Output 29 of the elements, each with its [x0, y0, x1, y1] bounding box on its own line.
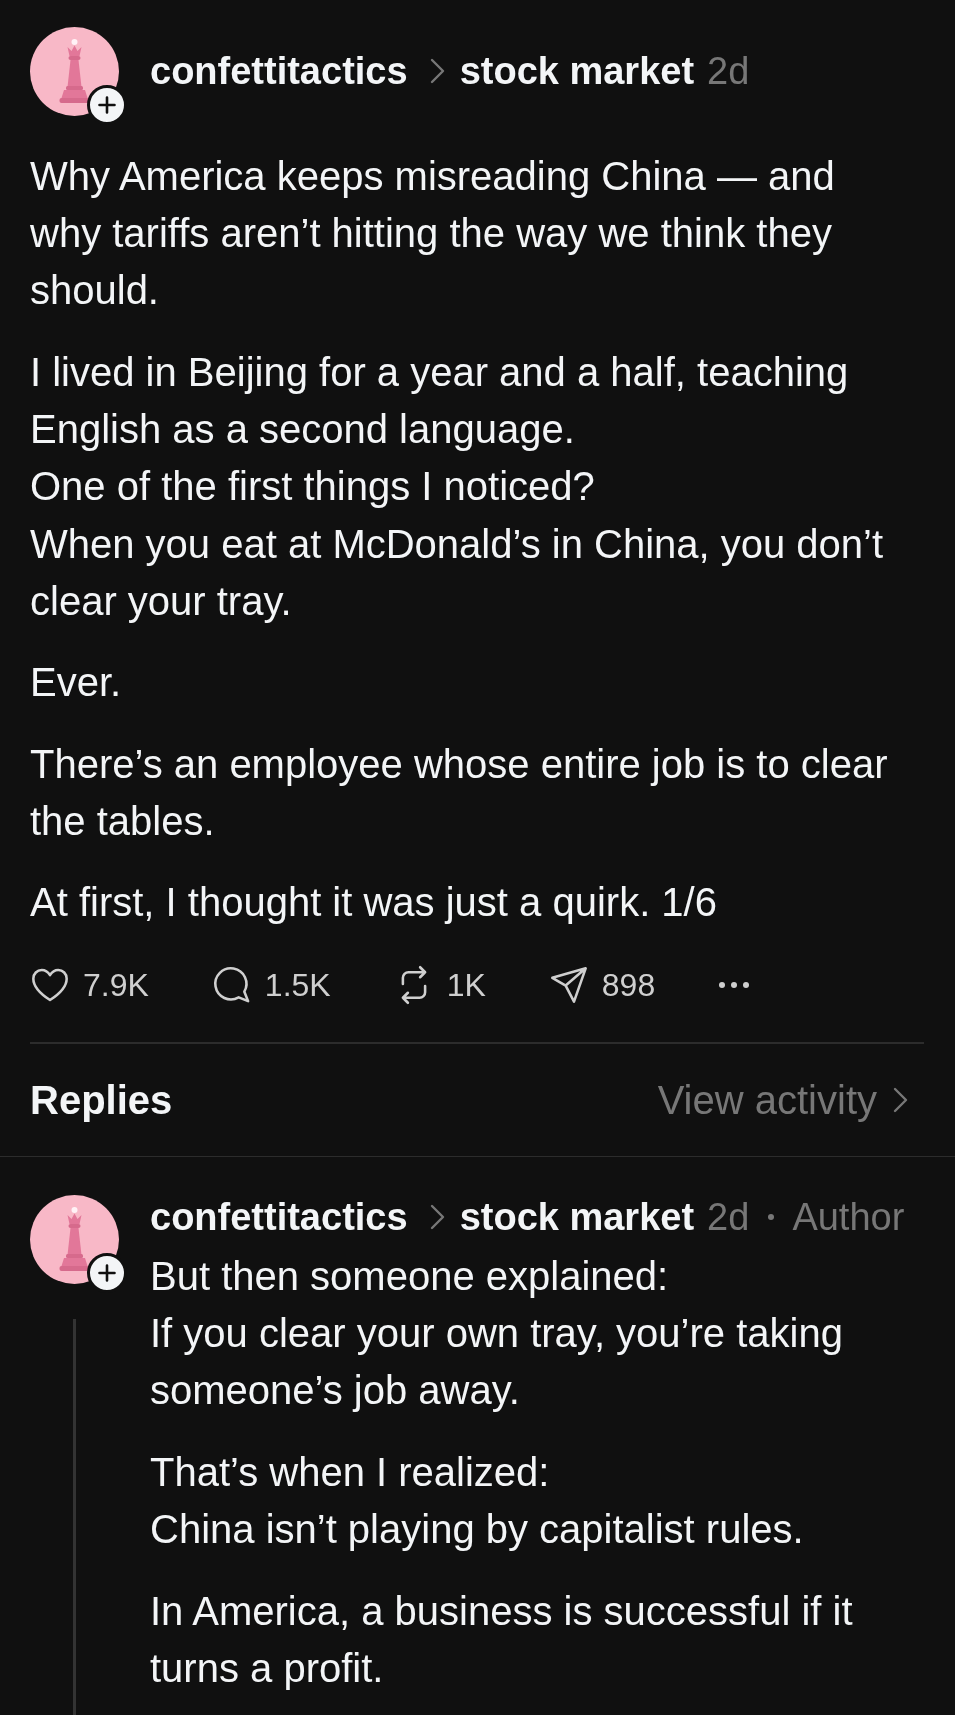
share-button[interactable]: 898	[548, 965, 656, 1006]
chevron-right-icon	[428, 58, 446, 85]
reply-text: In America, a business is successful if it turns a profit.	[150, 1587, 854, 1692]
chevron-right-icon	[428, 1204, 446, 1231]
post-text: At first, I thought it was just a quirk. 1/6	[30, 879, 718, 927]
chevron-right-icon[interactable]	[892, 1087, 909, 1114]
timestamp: 2d	[707, 48, 750, 94]
username[interactable]: confettitactics	[150, 42, 408, 101]
post-text: Why America keeps misreading China — and why tariffs aren’t hitting the way we think they should.	[30, 153, 836, 315]
reply-button[interactable]: 1.5K	[211, 965, 331, 1006]
more-icon[interactable]	[718, 981, 751, 990]
like-button[interactable]: 7.9K	[30, 965, 149, 1006]
reply-text: That’s when I realized: China isn’t playing by capitalist rules.	[150, 1448, 805, 1554]
reply-text: But then someone explained: If you clear your own tray, you’re taking someone’s job away.	[150, 1253, 844, 1415]
community-link[interactable]: stock market	[459, 1188, 695, 1247]
repost-button[interactable]: 1K	[393, 965, 486, 1006]
username[interactable]: confettitactics	[150, 1188, 408, 1247]
timestamp: 2d	[707, 1194, 750, 1240]
post-text: Ever.	[30, 659, 123, 707]
post-text: There’s an employee whose entire job is to clear the tables.	[30, 740, 889, 845]
plus-icon[interactable]	[87, 85, 127, 125]
community-link[interactable]: stock market	[459, 42, 695, 101]
plus-icon[interactable]	[87, 1252, 127, 1293]
post-text: I lived in Beijing for a year and a half, teaching English as a second language. One of the first things I noticed? When you eat at McDonald’s in China, you don’t clear your tray.	[30, 348, 885, 625]
author-label: Author	[792, 1194, 905, 1240]
view-activity-link[interactable]: View activity	[657, 1071, 909, 1129]
separator-dot-icon	[768, 1214, 775, 1221]
send-icon[interactable]	[548, 965, 589, 1006]
replies-heading: Replies	[30, 1076, 173, 1124]
